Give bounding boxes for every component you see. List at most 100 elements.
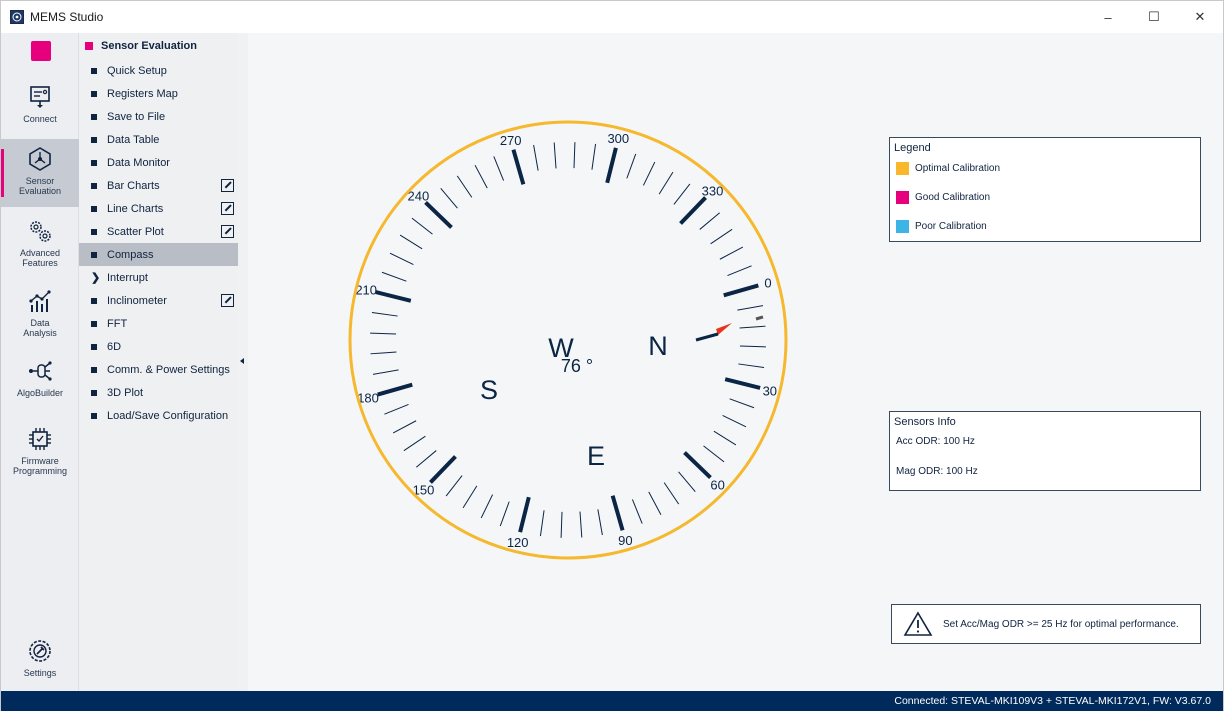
major-tick bbox=[377, 382, 413, 397]
bullet-icon bbox=[91, 320, 97, 327]
menu-item-load-save-configuration[interactable]: Load/Save Configuration bbox=[79, 404, 238, 427]
bullet-icon bbox=[91, 366, 97, 373]
chip-icon bbox=[26, 425, 54, 453]
minor-tick bbox=[739, 345, 766, 348]
app-logo-icon bbox=[10, 10, 24, 24]
minor-tick bbox=[456, 175, 473, 198]
menu-item-line-charts[interactable]: Line Charts bbox=[79, 197, 238, 220]
minor-tick bbox=[416, 450, 437, 468]
minor-tick bbox=[381, 271, 407, 282]
menu-item-interrupt[interactable]: ❯ Interrupt bbox=[79, 266, 238, 289]
minor-tick bbox=[710, 228, 733, 245]
warning-icon bbox=[903, 611, 933, 636]
open-external-icon[interactable] bbox=[221, 179, 234, 192]
major-tick bbox=[375, 290, 412, 303]
menu-item-label: Compass bbox=[107, 248, 154, 261]
minor-tick bbox=[703, 445, 725, 463]
rail-item-connect[interactable]: Connect bbox=[1, 77, 79, 139]
legend-panel: Legend Optimal Calibration Good Calibrat… bbox=[889, 137, 1201, 242]
rail-item-data-analysis[interactable]: Data Analysis bbox=[1, 281, 79, 343]
menu-item-inclinometer[interactable]: Inclinometer bbox=[79, 289, 238, 312]
legend-label: Optimal Calibration bbox=[915, 163, 1001, 174]
nav-rail: Connect Sensor Evaluation Advanced Featu… bbox=[1, 33, 79, 691]
minor-tick bbox=[371, 311, 398, 317]
minor-tick bbox=[553, 142, 557, 169]
menu-item-save-to-file[interactable]: Save to File bbox=[79, 105, 238, 128]
rail-label: Advanced Features bbox=[19, 248, 61, 268]
menu-item-label: Save to File bbox=[107, 110, 166, 123]
minor-tick bbox=[539, 510, 545, 537]
major-tick bbox=[605, 147, 618, 184]
major-tick bbox=[511, 149, 526, 185]
menu-item-label: Quick Setup bbox=[107, 64, 167, 77]
minor-tick bbox=[642, 161, 656, 186]
open-external-icon[interactable] bbox=[221, 225, 234, 238]
menu-item-label: Comm. & Power Settings bbox=[107, 363, 230, 376]
rail-item-firmware-programming[interactable]: Firmware Programming bbox=[1, 419, 79, 483]
bullet-icon bbox=[91, 389, 97, 396]
minor-tick bbox=[738, 363, 765, 369]
menu-item-data-table[interactable]: Data Table bbox=[79, 128, 238, 151]
minimize-button[interactable]: – bbox=[1085, 1, 1131, 33]
rail-item-advanced-features[interactable]: Advanced Features bbox=[1, 211, 79, 273]
menu-item-label: 6D bbox=[107, 340, 122, 353]
minor-tick bbox=[573, 142, 576, 169]
minor-tick bbox=[392, 420, 417, 434]
minor-tick bbox=[372, 369, 399, 375]
menu-item-label: Data Monitor bbox=[107, 156, 170, 169]
menu-item-comm-power-settings[interactable]: Comm. & Power Settings bbox=[79, 358, 238, 381]
major-tick bbox=[683, 451, 712, 479]
minor-tick bbox=[384, 403, 409, 415]
minor-tick bbox=[399, 234, 423, 250]
legend-label: Poor Calibration bbox=[915, 221, 987, 232]
minor-tick bbox=[560, 511, 563, 538]
open-external-icon[interactable] bbox=[221, 294, 234, 307]
menu-list: Quick Setup Registers Map Save to File Data… bbox=[79, 59, 238, 427]
minor-tick bbox=[591, 143, 597, 170]
major-tick bbox=[723, 283, 759, 298]
major-tick bbox=[610, 495, 625, 531]
menu-item-6d[interactable]: 6D bbox=[79, 335, 238, 358]
minor-tick bbox=[499, 501, 510, 527]
minor-tick bbox=[626, 153, 637, 179]
menu-item-compass[interactable]: Compass bbox=[79, 243, 238, 266]
rail-item-algobuilder[interactable]: AlgoBuilder bbox=[1, 351, 79, 413]
poor-swatch bbox=[896, 220, 909, 233]
mag-odr: Mag ODR: 100 Hz bbox=[896, 465, 978, 477]
gears-icon bbox=[26, 217, 54, 245]
close-button[interactable]: ✕ bbox=[1177, 1, 1223, 33]
panel-splitter[interactable] bbox=[238, 33, 248, 691]
open-external-icon[interactable] bbox=[221, 202, 234, 215]
menu-item-label: Registers Map bbox=[107, 87, 178, 100]
minor-tick bbox=[678, 471, 696, 492]
major-tick bbox=[424, 201, 453, 229]
menu-item-fft[interactable]: FFT bbox=[79, 312, 238, 335]
menu-item-label: Data Table bbox=[107, 133, 160, 146]
bullet-icon bbox=[91, 343, 97, 350]
menu-item-bar-charts[interactable]: Bar Charts bbox=[79, 174, 238, 197]
maximize-button[interactable]: ☐ bbox=[1131, 1, 1177, 33]
cardinal-south: S bbox=[480, 375, 498, 405]
menu-item-registers-map[interactable]: Registers Map bbox=[79, 82, 238, 105]
menu-item-3d-plot[interactable]: 3D Plot bbox=[79, 381, 238, 404]
odr-warning: Set Acc/Mag ODR >= 25 Hz for optimal per… bbox=[891, 604, 1201, 644]
minor-tick bbox=[719, 246, 744, 260]
sensors-info-title: Sensors Info bbox=[894, 416, 956, 428]
menu-item-data-monitor[interactable]: Data Monitor bbox=[79, 151, 238, 174]
title-bar: MEMS Studio – ☐ ✕ bbox=[1, 1, 1223, 33]
degree-label: 120 bbox=[507, 535, 529, 550]
collapse-arrow-icon[interactable] bbox=[240, 358, 244, 364]
menu-item-quick-setup[interactable]: Quick Setup bbox=[79, 59, 238, 82]
minor-tick bbox=[648, 491, 662, 516]
algobuilder-icon bbox=[26, 357, 54, 385]
menu-item-scatter-plot[interactable]: Scatter Plot bbox=[79, 220, 238, 243]
rail-item-settings[interactable]: Settings bbox=[1, 631, 79, 693]
rail-label: Connect bbox=[23, 114, 57, 124]
minor-tick bbox=[411, 217, 433, 235]
rail-item-sensor-evaluation[interactable]: Sensor Evaluation bbox=[1, 139, 79, 207]
connection-status: Connected: STEVAL-MKI109V3 + STEVAL-MKI1… bbox=[894, 695, 1211, 707]
minor-tick bbox=[729, 398, 755, 409]
compass-dial: 0306090120150180210240270 300330 W N S E … bbox=[348, 120, 788, 560]
good-swatch bbox=[896, 191, 909, 204]
minor-tick bbox=[403, 435, 426, 452]
